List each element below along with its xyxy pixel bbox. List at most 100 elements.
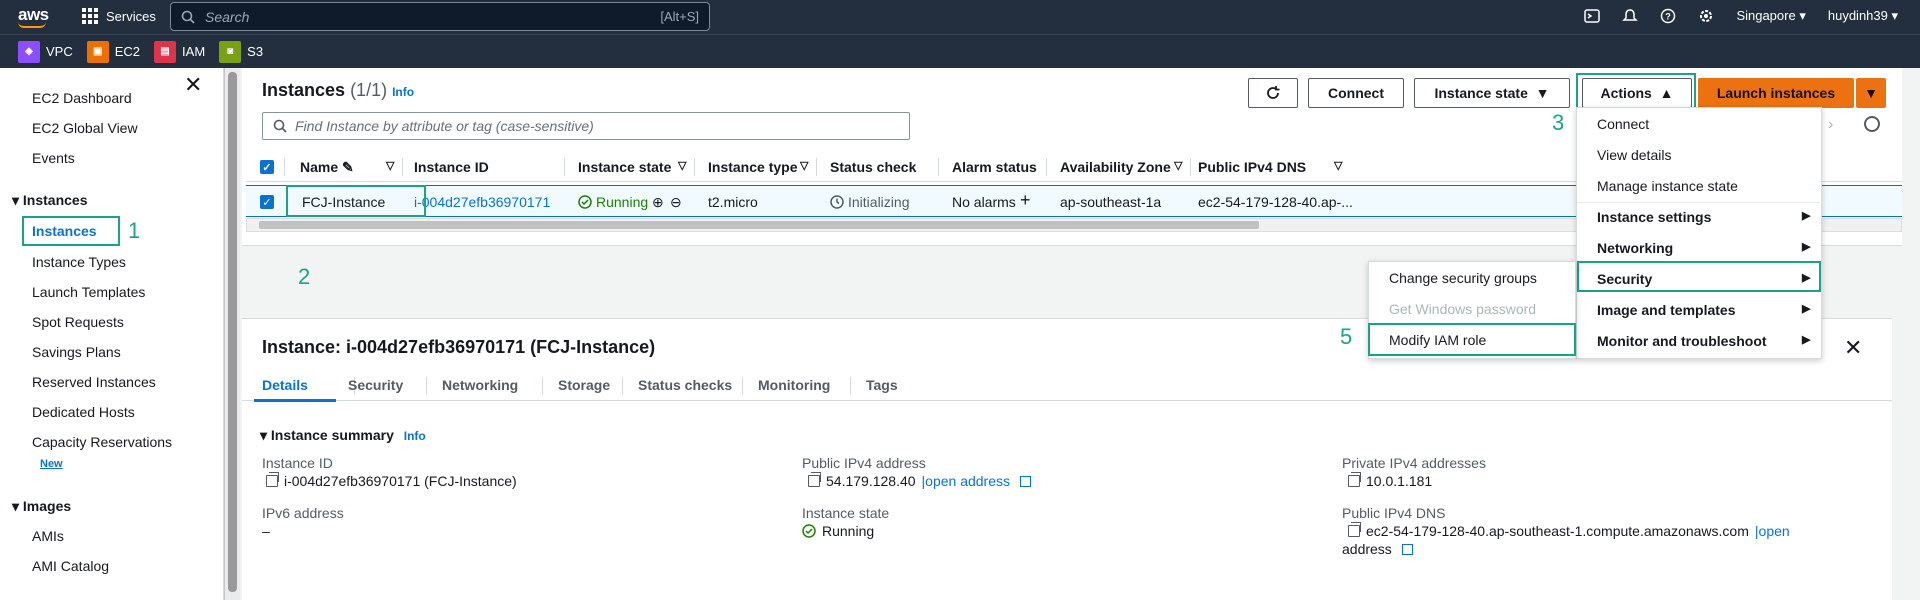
sidebar-item-launch-templates[interactable]: Launch Templates: [32, 284, 145, 300]
favorite-s3[interactable]: ◙ S3: [219, 40, 263, 63]
sidebar-item-events[interactable]: Events: [32, 150, 75, 166]
menu-item-image-templates[interactable]: Image and templates ▶: [1597, 302, 1810, 318]
table-settings-icon[interactable]: [1864, 116, 1880, 135]
filter-icon[interactable]: ▽: [1174, 159, 1182, 172]
favorite-iam[interactable]: ▤ IAM: [154, 40, 206, 63]
scrollbar-thumb[interactable]: [228, 72, 237, 592]
launch-instances-button[interactable]: Launch instances: [1698, 78, 1854, 108]
value-text: i-004d27efb36970171 (FCJ-Instance): [284, 473, 517, 489]
tab-monitoring[interactable]: Monitoring: [758, 377, 830, 393]
filter-icon[interactable]: ▽: [1334, 159, 1342, 172]
address-link[interactable]: address: [1342, 541, 1413, 557]
sidebar-item-instance-types[interactable]: Instance Types: [32, 254, 126, 270]
sidebar-scrollbar[interactable]: [224, 68, 240, 600]
menu-item-connect[interactable]: Connect: [1597, 116, 1649, 132]
favorite-ec2[interactable]: ▣ EC2: [86, 40, 141, 63]
sidebar-item-savings-plans[interactable]: Savings Plans: [32, 344, 121, 360]
open-address-link[interactable]: |open address: [922, 473, 1010, 489]
close-detail-icon[interactable]: ✕: [1844, 335, 1862, 361]
cell-status-check: Initializing: [830, 194, 909, 210]
submenu-arrow-icon: ▶: [1802, 334, 1811, 346]
scrollbar-thumb[interactable]: [259, 221, 1259, 229]
column-header-instance-type[interactable]: Instance type: [708, 159, 797, 175]
aws-logo-smile: [18, 22, 46, 28]
connect-button[interactable]: Connect: [1308, 78, 1404, 108]
sidebar-section-images[interactable]: ▾ Images: [12, 498, 71, 515]
copy-icon[interactable]: [266, 472, 279, 487]
tab-separator: [542, 377, 543, 395]
column-separator: [816, 158, 817, 176]
find-instance-input[interactable]: Find Instance by attribute or tag (case-…: [262, 112, 910, 140]
sidebar-item-reserved-instances[interactable]: Reserved Instances: [32, 374, 156, 390]
copy-icon[interactable]: [1348, 522, 1361, 537]
submenu-arrow-icon: ▶: [1802, 241, 1811, 253]
column-header-alarm-status[interactable]: Alarm status: [952, 159, 1037, 175]
column-header-status-check[interactable]: Status check: [830, 159, 916, 175]
column-header-instance-id[interactable]: Instance ID: [414, 159, 489, 175]
sidebar-item-amis[interactable]: AMIs: [32, 528, 64, 544]
bell-icon[interactable]: [1622, 8, 1639, 24]
tab-networking[interactable]: Networking: [442, 377, 518, 393]
sidebar-item-ami-catalog[interactable]: AMI Catalog: [32, 558, 109, 574]
add-alarm-icon[interactable]: +: [1020, 190, 1031, 211]
help-icon[interactable]: ?: [1660, 8, 1676, 24]
region-selector[interactable]: Singapore ▾: [1736, 8, 1805, 24]
sidebar-item-global-view[interactable]: EC2 Global View: [32, 120, 138, 136]
zoom-out-icon[interactable]: ⊖: [670, 194, 682, 211]
global-search-input[interactable]: Search [Alt+S]: [170, 2, 710, 31]
favorite-label: EC2: [114, 44, 141, 59]
next-page-icon[interactable]: ›: [1828, 116, 1833, 134]
public-dns-value: ec2-54-179-128-40.ap-southeast-1.compute…: [1348, 522, 1790, 539]
info-link[interactable]: Info: [404, 429, 426, 443]
sidebar-item-dedicated-hosts[interactable]: Dedicated Hosts: [32, 404, 135, 420]
select-all-checkbox[interactable]: ✓: [260, 160, 274, 174]
services-menu-button[interactable]: Services: [82, 8, 156, 24]
settings-icon[interactable]: [1698, 8, 1714, 24]
filter-icon[interactable]: ▽: [678, 159, 686, 172]
tab-security[interactable]: Security: [348, 377, 403, 393]
instance-id-value: i-004d27efb36970171 (FCJ-Instance): [266, 472, 517, 489]
filter-icon[interactable]: ▽: [800, 159, 808, 172]
launch-dropdown-button[interactable]: ▼: [1856, 78, 1886, 108]
menu-item-change-security-groups[interactable]: Change security groups: [1389, 270, 1537, 286]
tab-status-checks[interactable]: Status checks: [638, 377, 732, 393]
favorite-label: IAM: [182, 44, 206, 59]
column-header-availability-zone[interactable]: Availability Zone: [1060, 159, 1171, 175]
region-label: Singapore: [1736, 8, 1796, 23]
menu-item-monitor[interactable]: Monitor and troubleshoot ▶: [1597, 333, 1810, 349]
row-checkbox[interactable]: ✓: [260, 195, 274, 209]
highlight-box-4: [1577, 261, 1821, 292]
tab-storage[interactable]: Storage: [558, 377, 610, 393]
user-menu[interactable]: huydinh39 ▾: [1828, 8, 1898, 24]
filter-icon[interactable]: ▽: [386, 159, 394, 172]
menu-item-networking[interactable]: Networking ▶: [1597, 240, 1810, 256]
copy-icon[interactable]: [808, 472, 821, 487]
sidebar-item-spot-requests[interactable]: Spot Requests: [32, 314, 124, 330]
cloudshell-icon[interactable]: [1584, 8, 1601, 24]
sidebar-item-capacity-reservations[interactable]: Capacity Reservations: [32, 434, 172, 450]
copy-icon[interactable]: [1348, 472, 1361, 487]
sidebar-section-instances[interactable]: ▾ Instances: [12, 192, 88, 209]
instance-state-button[interactable]: Instance state ▼: [1414, 78, 1570, 108]
info-link[interactable]: Info: [392, 85, 414, 99]
tab-tags[interactable]: Tags: [866, 377, 898, 393]
open-address-link[interactable]: |open: [1755, 523, 1790, 539]
menu-label: Monitor and troubleshoot: [1597, 333, 1767, 349]
menu-item-manage-state[interactable]: Manage instance state: [1597, 178, 1738, 194]
services-label: Services: [106, 8, 156, 24]
instance-summary-toggle[interactable]: ▾ Instance summary Info: [260, 427, 426, 444]
find-placeholder: Find Instance by attribute or tag (case-…: [295, 118, 594, 134]
column-header-name[interactable]: Name ✎: [300, 159, 354, 176]
cell-instance-id-link[interactable]: i-004d27efb36970171: [414, 194, 550, 210]
sidebar-item-ec2-dashboard[interactable]: EC2 Dashboard: [32, 90, 132, 106]
zoom-in-icon[interactable]: ⊕: [652, 194, 664, 211]
menu-item-instance-settings[interactable]: Instance settings ▶: [1597, 209, 1810, 225]
tab-details[interactable]: Details: [262, 377, 308, 393]
menu-item-view-details[interactable]: View details: [1597, 147, 1671, 163]
column-header-public-dns[interactable]: Public IPv4 DNS: [1198, 159, 1306, 175]
favorite-vpc[interactable]: ◈ VPC: [18, 40, 73, 63]
close-sidebar-icon[interactable]: ✕: [184, 72, 202, 98]
section-label: Images: [22, 498, 72, 514]
column-header-instance-state[interactable]: Instance state: [578, 159, 671, 175]
refresh-button[interactable]: [1248, 78, 1298, 108]
